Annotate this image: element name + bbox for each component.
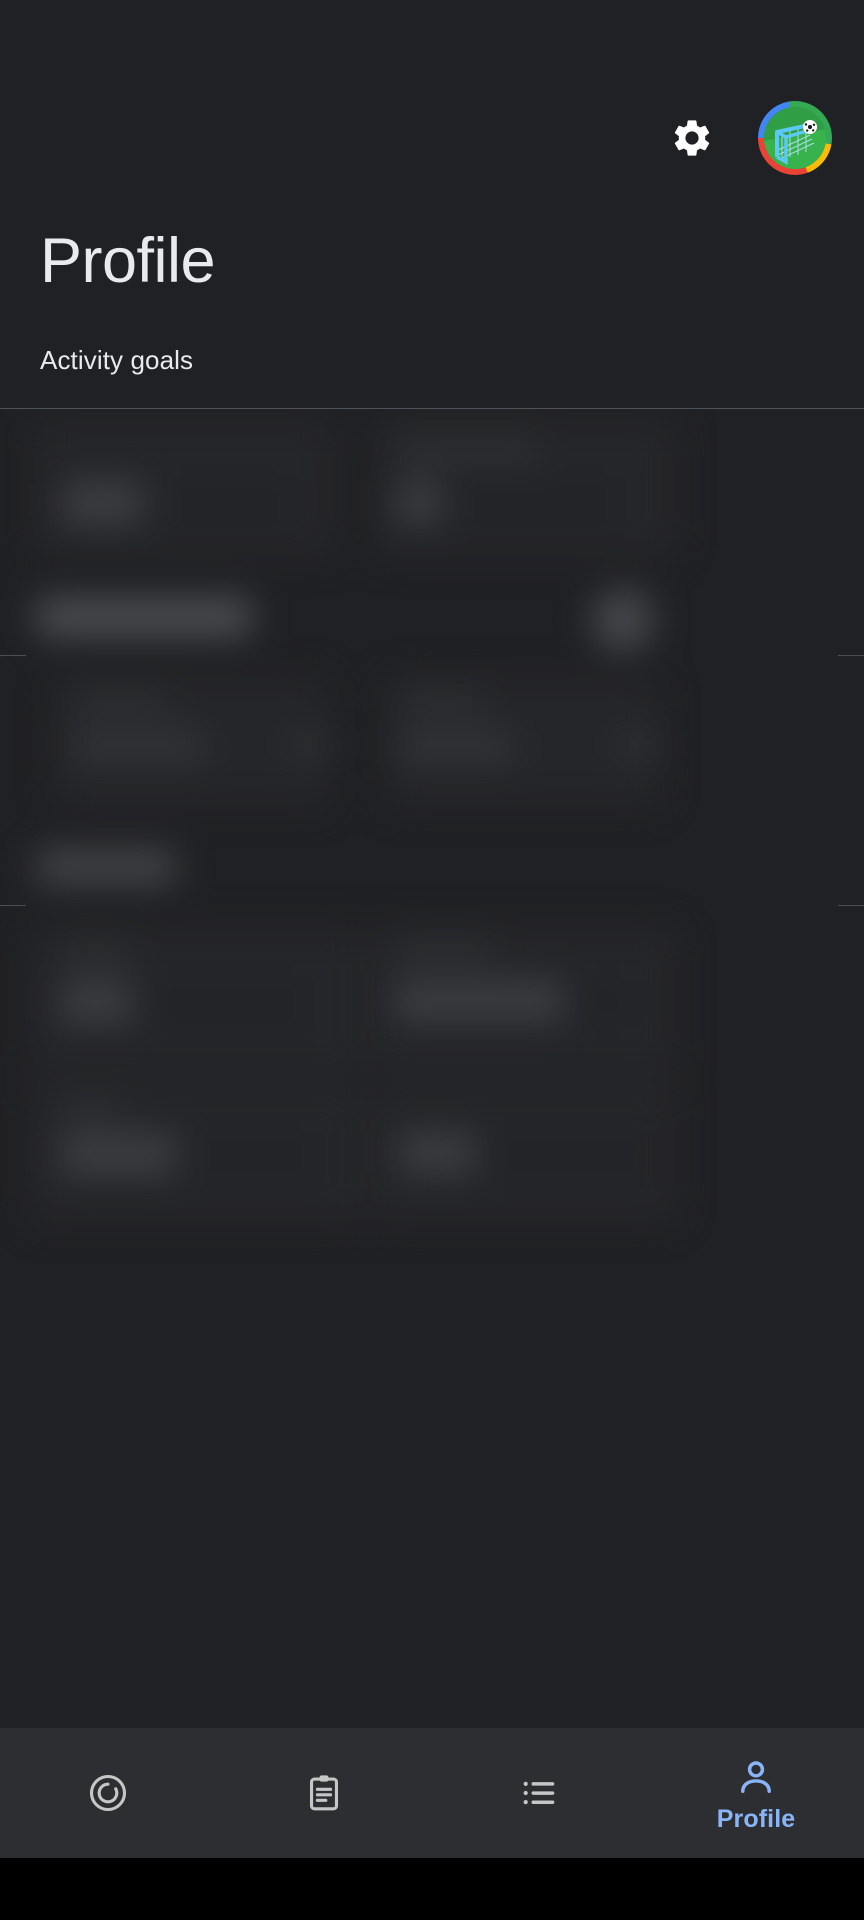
nav-label-profile: Profile: [716, 1804, 796, 1833]
gesture-nav-bar: [0, 1858, 864, 1920]
list-icon: [517, 1770, 563, 1816]
bottom-navigation: Profile: [0, 1728, 864, 1858]
page-title: Profile: [40, 226, 216, 296]
divider-tick-left-upper: [0, 655, 26, 656]
divider-tick-right-upper: [838, 655, 864, 656]
person-icon: [733, 1755, 779, 1801]
nav-item-activity[interactable]: [0, 1728, 216, 1858]
blurred-content-overlay: [0, 409, 864, 1728]
nav-item-clipboard[interactable]: [216, 1728, 432, 1858]
divider-tick-left-lower: [0, 905, 26, 906]
nav-item-profile[interactable]: Profile: [648, 1728, 864, 1858]
status-bar: [0, 0, 864, 88]
activity-ring-icon: [85, 1770, 131, 1816]
nav-item-list[interactable]: [432, 1728, 648, 1858]
clipboard-icon: [301, 1770, 347, 1816]
settings-button[interactable]: [666, 112, 718, 164]
profile-content-region[interactable]: [0, 409, 864, 1728]
app-screen: Profile Activity goals Profile: [0, 0, 864, 1920]
top-app-bar: [0, 88, 864, 188]
gear-icon: [670, 116, 714, 160]
avatar[interactable]: [758, 101, 832, 175]
divider-tick-right-lower: [838, 905, 864, 906]
soccer-goal-avatar-icon: [764, 107, 826, 169]
activity-goals-label: Activity goals: [40, 345, 194, 375]
